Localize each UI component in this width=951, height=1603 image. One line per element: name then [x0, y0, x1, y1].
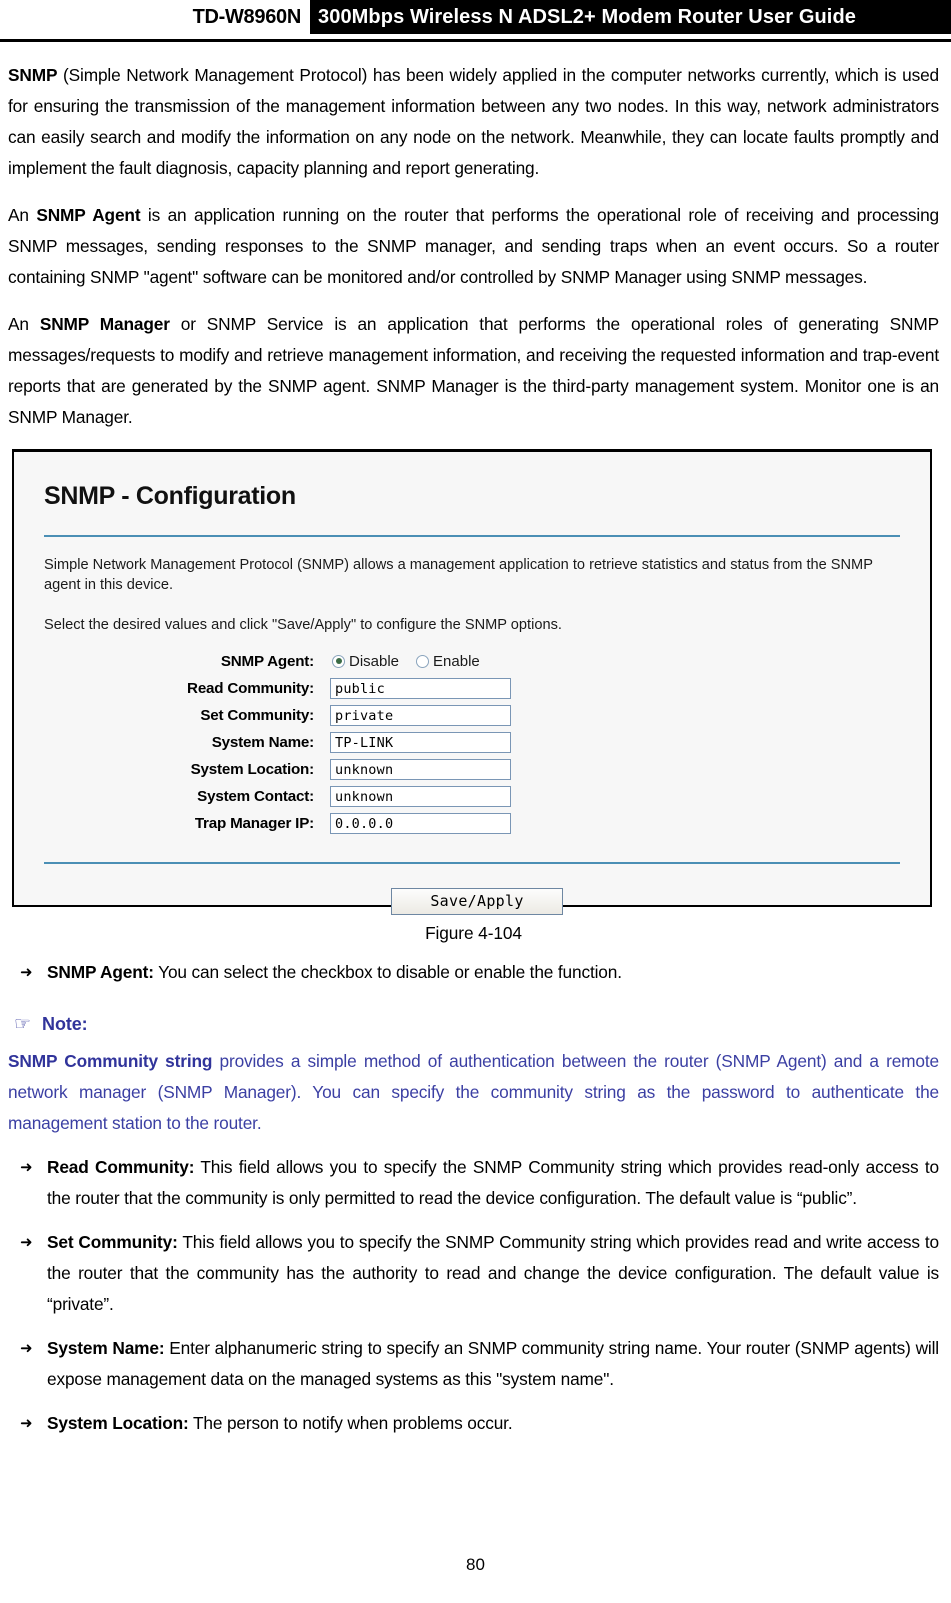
snmp-agent-field: Disable Enable [330, 653, 480, 670]
form-row-set-community: Set Community: private [40, 702, 904, 728]
bullet-term: Set Community: [47, 1232, 178, 1252]
snmp-configuration-figure: SNMP - Configuration Simple Network Mana… [12, 449, 932, 915]
list-item: ➜ SNMP Agent: You can select the checkbo… [8, 957, 939, 988]
bullet-text: The person to notify when problems occur… [188, 1413, 513, 1433]
arrow-bullet-icon: ➜ [20, 1159, 33, 1176]
intro-p2-term: SNMP Agent [36, 205, 141, 225]
system-contact-input[interactable]: unknown [330, 785, 511, 807]
trap-manager-ip-field: 0.0.0.0 [330, 812, 511, 834]
header-model-name: TD-W8960N [192, 5, 302, 28]
note-term: SNMP Community string [8, 1051, 213, 1071]
read-community-field: public [330, 677, 511, 699]
page-number: 80 [466, 1555, 485, 1574]
system-location-input[interactable]: unknown [330, 758, 511, 780]
bullet-text: You can select the checkbox to disable o… [153, 962, 622, 982]
note-title: Note: [42, 1014, 88, 1034]
page-content: SNMP (Simple Network Management Protocol… [0, 60, 951, 1439]
bullet-term: System Location: [47, 1413, 189, 1433]
panel-instruction: Select the desired values and click "Sav… [44, 617, 562, 633]
intro-p3-term: SNMP Manager [39, 314, 170, 334]
radio-disable-label: Disable [349, 652, 400, 670]
save-apply-button[interactable]: Save/Apply [391, 888, 563, 915]
system-location-field: unknown [330, 758, 511, 780]
set-community-label: Set Community: [200, 706, 314, 724]
system-location-label: System Location: [190, 760, 315, 778]
header-banner-title: 300Mbps Wireless N ADSL2+ Modem Router U… [310, 0, 951, 34]
form-row-trap-manager-ip: Trap Manager IP: 0.0.0.0 [40, 810, 904, 836]
radio-enable-label: Enable [433, 652, 480, 670]
bullet-list-agent: ➜ SNMP Agent: You can select the checkbo… [8, 957, 939, 988]
system-name-field: TP-LINK [330, 731, 511, 753]
panel-title: SNMP - Configuration [44, 482, 296, 510]
intro-p1-term: SNMP [8, 65, 58, 85]
form-row-system-contact: System Contact: unknown [40, 783, 904, 809]
list-item: ➜ System Name: Enter alphanumeric string… [8, 1333, 939, 1395]
bullet-term: Read Community: [47, 1157, 195, 1177]
note-body: SNMP Community string provides a simple … [8, 1046, 939, 1139]
note-header: ☞ Note: [14, 1014, 939, 1035]
intro-paragraph-3: An SNMP Manager or SNMP Service is an ap… [8, 309, 939, 433]
intro-paragraph-2: An SNMP Agent is an application running … [8, 200, 939, 293]
read-community-input[interactable]: public [330, 677, 511, 699]
panel-actions: Save/Apply [40, 888, 904, 915]
intro-paragraph-1: SNMP (Simple Network Management Protocol… [8, 60, 939, 184]
intro-p1-text: (Simple Network Management Protocol) has… [8, 65, 939, 178]
page-header: TD-W8960N 300Mbps Wireless N ADSL2+ Mode… [0, 0, 951, 34]
bullet-text: Enter alphanumeric string to specify an … [47, 1338, 939, 1389]
arrow-bullet-icon: ➜ [20, 964, 33, 981]
system-name-label: System Name: [211, 733, 314, 751]
panel-top-divider [44, 535, 900, 537]
form-row-system-name: System Name: TP-LINK [40, 729, 904, 755]
intro-p2-lead: An [8, 205, 37, 225]
panel-description: Simple Network Management Protocol (SNMP… [44, 557, 873, 593]
form-row-snmp-agent: SNMP Agent: Disable Enable [40, 648, 904, 674]
arrow-bullet-icon: ➜ [20, 1340, 33, 1357]
bullet-text: This field allows you to specify the SNM… [47, 1232, 939, 1314]
bullet-list-fields: ➜ Read Community: This field allows you … [8, 1152, 939, 1439]
snmp-agent-radio-group: Disable Enable [330, 653, 480, 670]
snmp-panel: SNMP - Configuration Simple Network Mana… [14, 452, 930, 915]
header-divider [0, 39, 951, 42]
intro-p2-text: is an application running on the router … [8, 205, 939, 287]
intro-p3-lead: An [8, 314, 40, 334]
system-contact-label: System Contact: [197, 787, 314, 805]
form-row-read-community: Read Community: public [40, 675, 904, 701]
arrow-bullet-icon: ➜ [20, 1415, 33, 1432]
snmp-form: SNMP Agent: Disable Enable Read Communit… [40, 648, 904, 836]
radio-option-disable[interactable]: Disable [332, 653, 399, 670]
snmp-agent-label: SNMP Agent: [220, 652, 314, 670]
figure-caption: Figure 4-104 [425, 923, 522, 943]
radio-enable-icon[interactable] [416, 654, 430, 668]
arrow-bullet-icon: ➜ [20, 1234, 33, 1251]
system-name-input[interactable]: TP-LINK [330, 731, 511, 753]
set-community-input[interactable]: private [330, 704, 511, 726]
set-community-field: private [330, 704, 511, 726]
bullet-term: SNMP Agent: [47, 962, 154, 982]
panel-bottom-divider [44, 862, 900, 864]
bullet-term: System Name: [47, 1338, 165, 1358]
list-item: ➜ Read Community: This field allows you … [8, 1152, 939, 1214]
radio-disable-icon[interactable] [332, 654, 345, 668]
system-contact-field: unknown [330, 785, 511, 807]
read-community-label: Read Community: [187, 679, 314, 697]
radio-option-enable[interactable]: Enable [416, 653, 480, 670]
trap-manager-ip-label: Trap Manager IP: [194, 814, 314, 832]
pointing-hand-icon: ☞ [14, 1014, 32, 1035]
trap-manager-ip-input[interactable]: 0.0.0.0 [330, 812, 511, 834]
list-item: ➜ Set Community: This field allows you t… [8, 1227, 939, 1320]
form-row-system-location: System Location: unknown [40, 756, 904, 782]
list-item: ➜ System Location: The person to notify … [8, 1408, 939, 1439]
